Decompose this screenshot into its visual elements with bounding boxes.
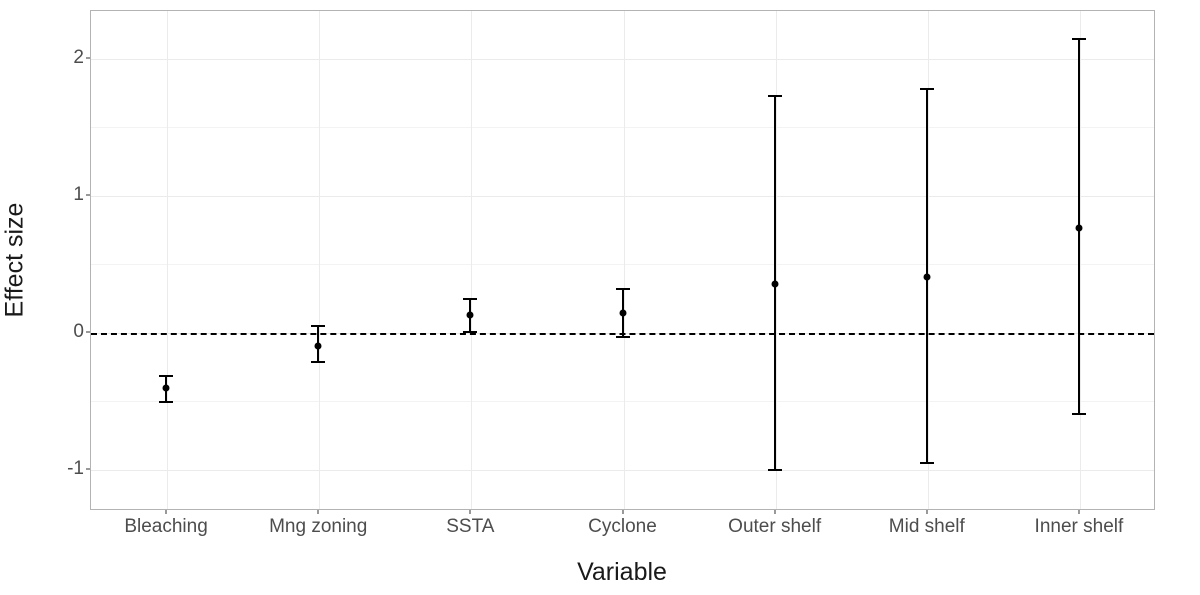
data-point [163, 385, 170, 392]
x-tick-mark [622, 510, 623, 514]
x-tick-mark [774, 510, 775, 514]
data-point [771, 280, 778, 287]
x-grid-major [776, 11, 777, 509]
y-grid-major [91, 59, 1154, 60]
y-tick-label: 0 [4, 321, 84, 343]
effect-size-chart: Effect size Variable -1 0 1 2 Bleaching Mng z… [0, 0, 1200, 595]
y-tick-mark [86, 57, 90, 58]
errorbar-cap [768, 469, 782, 471]
x-tick-label: Cyclone [588, 516, 657, 538]
y-tick-mark [86, 194, 90, 195]
errorbar-cap [616, 336, 630, 338]
x-tick-mark [470, 510, 471, 514]
data-point [467, 312, 474, 319]
x-grid-major [624, 11, 625, 509]
errorbar-cap [920, 462, 934, 464]
y-tick-label: 1 [4, 184, 84, 206]
y-tick-mark [86, 468, 90, 469]
y-tick-label: 2 [4, 47, 84, 69]
data-point [1075, 224, 1082, 231]
x-tick-mark [1078, 510, 1079, 514]
errorbar-cap [311, 325, 325, 327]
errorbar-cap [463, 298, 477, 300]
x-tick-label: Outer shelf [728, 516, 821, 538]
x-grid-major [928, 11, 929, 509]
errorbar-cap [159, 401, 173, 403]
errorbar-cap [1072, 413, 1086, 415]
x-tick-mark [166, 510, 167, 514]
errorbar-cap [768, 95, 782, 97]
errorbar-cap [616, 288, 630, 290]
y-grid-major [91, 470, 1154, 471]
x-tick-label: Inner shelf [1035, 516, 1124, 538]
data-point [315, 342, 322, 349]
x-grid-major [319, 11, 320, 509]
errorbar-cap [1072, 38, 1086, 40]
y-tick-mark [86, 331, 90, 332]
errorbar-cap [159, 375, 173, 377]
y-axis-title: Effect size [1, 203, 30, 318]
y-grid-minor [91, 264, 1154, 265]
errorbar-cap [311, 361, 325, 363]
y-grid-major [91, 196, 1154, 197]
y-grid-minor [91, 401, 1154, 402]
x-axis-title: Variable [577, 558, 667, 587]
x-grid-major [471, 11, 472, 509]
errorbar-cap [920, 88, 934, 90]
data-point [923, 274, 930, 281]
plot-panel [90, 10, 1155, 510]
y-grid-minor [91, 127, 1154, 128]
y-tick-label: -1 [4, 458, 84, 480]
x-tick-label: Bleaching [124, 516, 207, 538]
x-tick-mark [926, 510, 927, 514]
errorbar-cap [463, 331, 477, 333]
x-tick-label: Mng zoning [269, 516, 367, 538]
data-point [619, 309, 626, 316]
x-grid-major [1080, 11, 1081, 509]
x-tick-mark [318, 510, 319, 514]
x-tick-label: Mid shelf [889, 516, 965, 538]
x-grid-major [167, 11, 168, 509]
x-tick-label: SSTA [446, 516, 494, 538]
